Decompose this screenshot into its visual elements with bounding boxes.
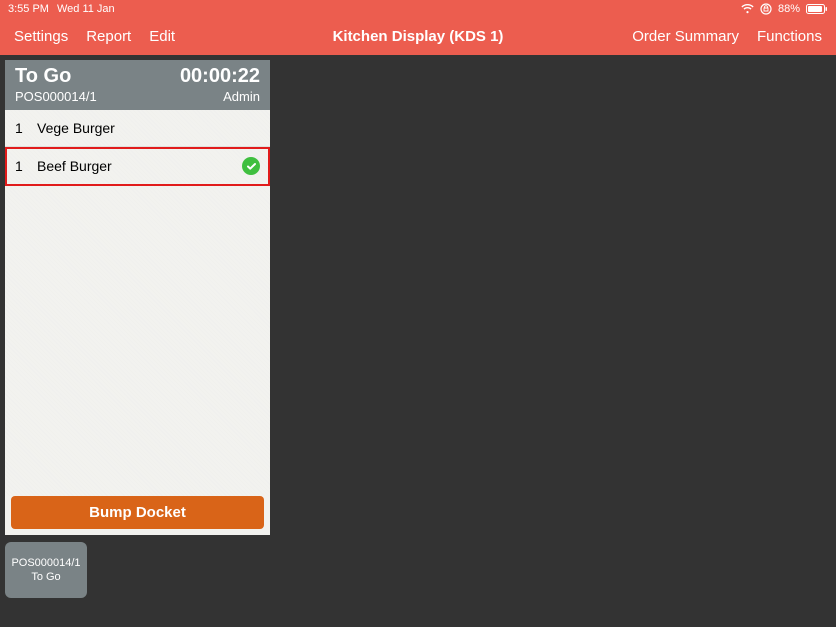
order-card[interactable]: To Go 00:00:22 POS000014/1 Admin 1 Vege … [5, 60, 270, 535]
order-type: To Go [15, 65, 71, 88]
order-id: POS000014/1 [15, 89, 97, 104]
battery-percent: 88% [778, 3, 800, 15]
item-name: Vege Burger [37, 120, 260, 136]
functions-button[interactable]: Functions [757, 28, 822, 45]
status-time: 3:55 PM [8, 3, 49, 15]
bump-docket-button[interactable]: Bump Docket [11, 496, 264, 529]
order-thumbnail-id: POS000014/1 [11, 556, 80, 570]
check-icon [242, 157, 260, 175]
order-item-row[interactable]: 1 Beef Burger [5, 147, 270, 186]
item-qty: 1 [15, 158, 37, 174]
order-timer: 00:00:22 [180, 65, 260, 88]
wifi-icon [741, 4, 754, 14]
settings-button[interactable]: Settings [14, 28, 68, 45]
order-summary-button[interactable]: Order Summary [632, 28, 739, 45]
report-button[interactable]: Report [86, 28, 131, 45]
order-user: Admin [223, 89, 260, 104]
nav-bar: Settings Report Edit Kitchen Display (KD… [0, 18, 836, 55]
battery-icon [806, 4, 828, 14]
status-bar: 3:55 PM Wed 11 Jan 88% [0, 0, 836, 18]
order-item-row[interactable]: 1 Vege Burger [5, 110, 270, 147]
content-area: To Go 00:00:22 POS000014/1 Admin 1 Vege … [0, 55, 836, 627]
order-thumbnail-tab[interactable]: POS000014/1 To Go [5, 542, 87, 598]
order-card-header: To Go 00:00:22 POS000014/1 Admin [5, 60, 270, 110]
orientation-lock-icon [760, 3, 772, 15]
order-items-list: 1 Vege Burger 1 Beef Burger [5, 110, 270, 496]
item-qty: 1 [15, 120, 37, 136]
edit-button[interactable]: Edit [149, 28, 175, 45]
item-name: Beef Burger [37, 158, 242, 174]
status-date: Wed 11 Jan [57, 3, 115, 15]
order-thumbnail-type: To Go [31, 570, 60, 584]
